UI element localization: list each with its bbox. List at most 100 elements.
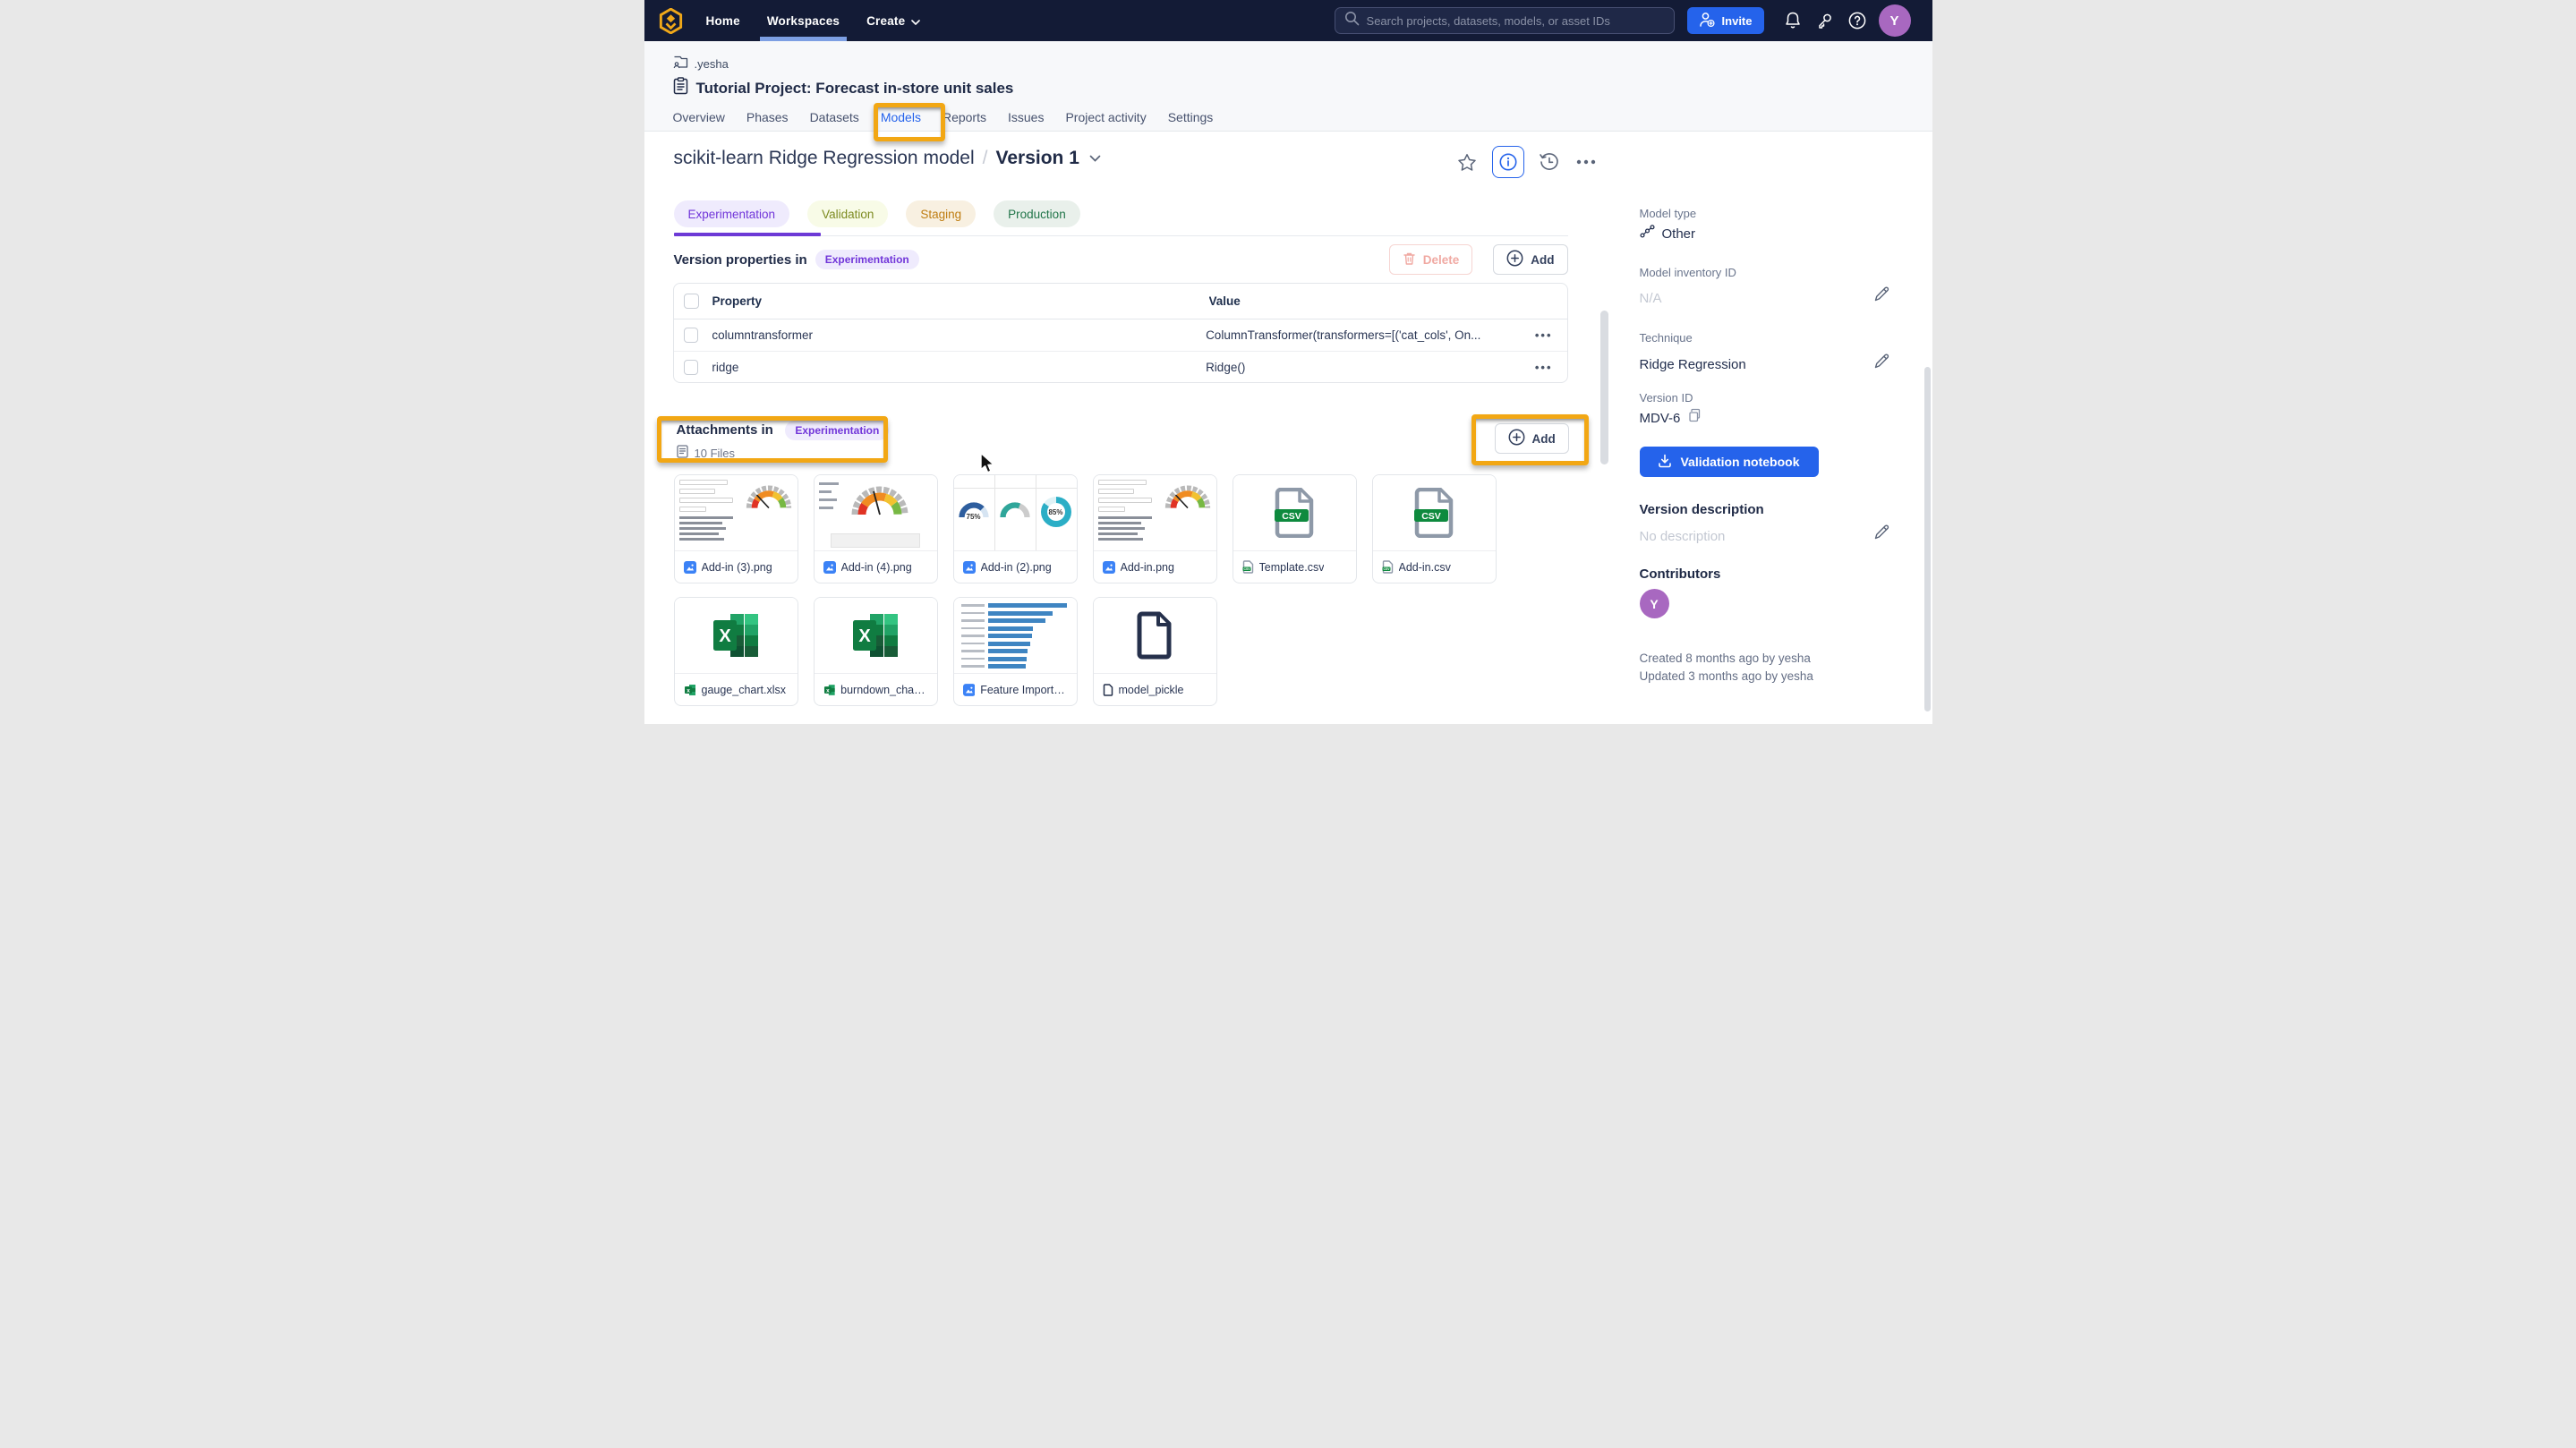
app-logo-icon[interactable] bbox=[659, 8, 683, 34]
svg-text:CSV: CSV bbox=[1243, 567, 1250, 571]
copy-icon[interactable] bbox=[1687, 408, 1702, 428]
trash-icon bbox=[1403, 251, 1416, 268]
edit-inventory-pencil-icon[interactable] bbox=[1873, 285, 1890, 307]
nav-item-workspaces[interactable]: Workspaces bbox=[767, 0, 840, 41]
attachment-card[interactable]: X x burndown_chart... bbox=[814, 597, 938, 706]
user-avatar[interactable]: Y bbox=[1879, 4, 1911, 37]
favorite-star-icon[interactable] bbox=[1455, 150, 1479, 174]
tab-models[interactable]: Models bbox=[881, 107, 921, 127]
column-header-property: Property bbox=[712, 294, 1209, 308]
attachment-thumbnail: X bbox=[815, 598, 937, 674]
notifications-bell-icon[interactable] bbox=[1782, 10, 1804, 31]
delete-property-button[interactable]: Delete bbox=[1389, 244, 1473, 275]
attachment-label: Add-in (2).png bbox=[954, 551, 1077, 583]
chevron-down-icon bbox=[911, 14, 920, 28]
attachment-thumbnail bbox=[954, 598, 1077, 674]
attachment-thumbnail bbox=[1094, 475, 1216, 551]
excel-icon: X bbox=[850, 612, 900, 659]
technique-label: Technique bbox=[1640, 331, 1901, 345]
table-row[interactable]: columntransformer ColumnTransformer(tran… bbox=[674, 319, 1567, 351]
row-checkbox[interactable] bbox=[684, 360, 699, 375]
table-row[interactable]: ridge Ridge() ••• bbox=[674, 351, 1567, 382]
active-stage-indicator bbox=[674, 233, 821, 236]
tab-issues[interactable]: Issues bbox=[1008, 107, 1044, 127]
project-title: Tutorial Project: Forecast in-store unit… bbox=[696, 80, 1014, 98]
row-checkbox[interactable] bbox=[684, 328, 699, 343]
value-cell: Ridge() bbox=[1206, 361, 1535, 374]
edit-technique-pencil-icon[interactable] bbox=[1873, 353, 1890, 374]
stage-tab-validation[interactable]: Validation bbox=[807, 200, 888, 227]
description-value: No description bbox=[1640, 529, 1901, 544]
properties-stage-badge: Experimentation bbox=[815, 250, 919, 269]
attachment-thumbnail: CSV bbox=[1373, 475, 1496, 551]
tab-phases[interactable]: Phases bbox=[746, 107, 789, 127]
stage-tab-experimentation[interactable]: Experimentation bbox=[674, 200, 790, 227]
attachment-card[interactable]: 75% 85% Add-in (2).png bbox=[953, 474, 1078, 583]
attachment-card[interactable]: CSV CSV Add-in.csv bbox=[1372, 474, 1497, 583]
attachments-heading: Attachments in bbox=[677, 422, 773, 438]
attachment-thumbnail: CSV bbox=[1233, 475, 1356, 551]
attachment-thumbnail bbox=[1094, 598, 1216, 674]
model-type-label: Model type bbox=[1640, 207, 1901, 220]
tab-overview[interactable]: Overview bbox=[673, 107, 725, 127]
tab-reports[interactable]: Reports bbox=[943, 107, 986, 127]
model-title-row: scikit-learn Ridge Regression model / Ve… bbox=[674, 148, 1101, 169]
tab-datasets[interactable]: Datasets bbox=[810, 107, 859, 127]
more-actions-icon[interactable] bbox=[1574, 150, 1598, 174]
tab-project-activity[interactable]: Project activity bbox=[1065, 107, 1146, 127]
technique-value: Ridge Regression bbox=[1640, 357, 1901, 372]
attachment-card[interactable]: Feature Importa... bbox=[953, 597, 1078, 706]
stage-tabs: Experimentation Validation Staging Produ… bbox=[674, 200, 1080, 227]
version-description-heading: Version description bbox=[1640, 502, 1901, 517]
global-search[interactable] bbox=[1335, 7, 1675, 34]
validation-notebook-button[interactable]: Validation notebook bbox=[1640, 447, 1819, 477]
edit-description-pencil-icon[interactable] bbox=[1873, 524, 1890, 545]
model-type-value: Other bbox=[1662, 226, 1696, 242]
attachment-card[interactable]: Add-in (3).png bbox=[674, 474, 798, 583]
attachment-card[interactable]: Add-in (4).png bbox=[814, 474, 938, 583]
tab-settings[interactable]: Settings bbox=[1168, 107, 1214, 127]
svg-text:CSV: CSV bbox=[1421, 511, 1441, 522]
add-property-button[interactable]: Add bbox=[1493, 244, 1567, 275]
value-cell: ColumnTransformer(transformers=[('cat_co… bbox=[1206, 328, 1535, 342]
property-cell: columntransformer bbox=[712, 328, 1206, 342]
nav-item-home[interactable]: Home bbox=[706, 0, 740, 41]
version-properties-header: Version properties in Experimentation De… bbox=[674, 244, 1568, 275]
workspace-folder-icon bbox=[673, 55, 688, 72]
help-icon[interactable] bbox=[1847, 10, 1868, 31]
search-icon bbox=[1344, 11, 1360, 30]
csv-file-icon: CSV bbox=[1382, 560, 1394, 574]
history-icon[interactable] bbox=[1538, 150, 1561, 174]
search-input[interactable] bbox=[1367, 14, 1665, 28]
invite-button[interactable]: Invite bbox=[1687, 7, 1764, 34]
version-chevron-down-icon[interactable] bbox=[1089, 150, 1101, 166]
download-icon bbox=[1658, 454, 1672, 471]
version-id-value: MDV-6 bbox=[1640, 411, 1681, 426]
row-actions-icon[interactable]: ••• bbox=[1535, 328, 1553, 342]
attachment-card[interactable]: model_pickle bbox=[1093, 597, 1217, 706]
nav-item-create[interactable]: Create bbox=[866, 0, 920, 41]
excel-icon: x bbox=[823, 684, 836, 696]
file-count: 10 Files bbox=[695, 447, 736, 460]
svg-text:X: X bbox=[719, 626, 731, 646]
stage-tab-production[interactable]: Production bbox=[994, 200, 1080, 227]
page-scrollbar[interactable] bbox=[1924, 367, 1931, 711]
csv-file-icon: CSV bbox=[1242, 560, 1254, 574]
api-key-icon[interactable] bbox=[1814, 10, 1836, 31]
stage-tab-staging[interactable]: Staging bbox=[906, 200, 976, 227]
info-panel-button[interactable] bbox=[1492, 146, 1524, 178]
select-all-checkbox[interactable] bbox=[684, 294, 699, 309]
attachment-card[interactable]: CSV CSV Template.csv bbox=[1233, 474, 1357, 583]
attachments-grid-row-2: X x gauge_chart.xlsx bbox=[674, 597, 1217, 706]
contributor-avatar[interactable]: Y bbox=[1640, 589, 1669, 618]
attachments-grid-row-1: Add-in (3).png bbox=[674, 474, 1497, 583]
add-attachment-button[interactable]: Add bbox=[1495, 423, 1569, 454]
model-name: scikit-learn Ridge Regression model bbox=[674, 148, 975, 169]
attachment-card[interactable]: Add-in.png bbox=[1093, 474, 1217, 583]
svg-text:CSV: CSV bbox=[1383, 567, 1390, 571]
attachment-card[interactable]: X x gauge_chart.xlsx bbox=[674, 597, 798, 706]
breadcrumb[interactable]: .yesha bbox=[673, 55, 729, 72]
row-actions-icon[interactable]: ••• bbox=[1535, 361, 1553, 374]
svg-text:X: X bbox=[858, 626, 871, 646]
content-scrollbar[interactable] bbox=[1600, 311, 1608, 464]
